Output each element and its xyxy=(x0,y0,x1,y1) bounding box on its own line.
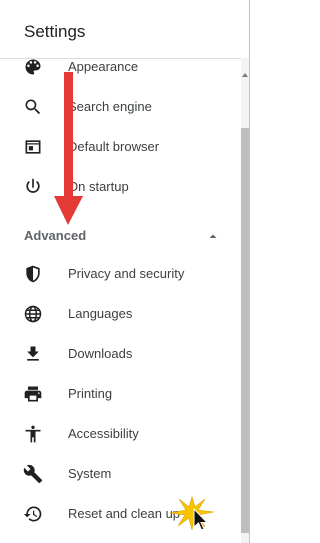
scrollbar-thumb[interactable] xyxy=(241,128,249,533)
advanced-section-toggle[interactable]: Advanced xyxy=(0,224,241,248)
settings-menu: Appearance Search engine Default browser… xyxy=(0,58,241,543)
menu-item-label: Privacy and security xyxy=(68,266,185,281)
menu-item-system[interactable]: System xyxy=(0,454,241,494)
palette-icon xyxy=(23,58,43,77)
power-icon xyxy=(23,177,43,197)
window-right-border xyxy=(249,0,250,543)
browser-window-icon xyxy=(23,137,43,157)
download-icon xyxy=(23,344,43,364)
shield-icon xyxy=(23,264,43,284)
menu-item-on-startup[interactable]: On startup xyxy=(0,167,241,207)
wrench-icon xyxy=(23,464,43,484)
menu-item-label: System xyxy=(68,466,112,481)
settings-header: Settings xyxy=(0,0,249,59)
menu-item-label: Appearance xyxy=(68,59,139,74)
reset-history-icon xyxy=(23,504,43,524)
search-icon xyxy=(23,97,43,117)
menu-item-appearance[interactable]: Appearance xyxy=(0,58,241,87)
menu-item-search-engine[interactable]: Search engine xyxy=(0,87,241,127)
menu-item-printing[interactable]: Printing xyxy=(0,374,241,414)
menu-item-default-browser[interactable]: Default browser xyxy=(0,127,241,167)
scroll-up-arrow-icon[interactable] xyxy=(241,66,249,77)
menu-item-label: On startup xyxy=(68,179,129,194)
menu-item-label: Search engine xyxy=(68,99,152,114)
menu-item-label: Downloads xyxy=(68,346,133,361)
menu-item-label: Default browser xyxy=(68,139,160,154)
menu-item-accessibility[interactable]: Accessibility xyxy=(0,414,241,454)
menu-item-label: Reset and clean up xyxy=(68,506,181,521)
menu-item-label: Languages xyxy=(68,306,133,321)
chevron-up-icon xyxy=(207,229,219,241)
globe-icon xyxy=(23,304,43,324)
menu-item-reset-clean-up[interactable]: Reset and clean up xyxy=(0,494,241,534)
menu-item-privacy-security[interactable]: Privacy and security xyxy=(0,254,241,294)
menu-item-languages[interactable]: Languages xyxy=(0,294,241,334)
menu-item-downloads[interactable]: Downloads xyxy=(0,334,241,374)
menu-item-label: Accessibility xyxy=(68,426,139,441)
page-title: Settings xyxy=(24,22,86,41)
section-label: Advanced xyxy=(24,228,87,243)
menu-item-label: Printing xyxy=(68,386,113,401)
accessibility-icon xyxy=(23,424,43,444)
printer-icon xyxy=(23,384,43,404)
